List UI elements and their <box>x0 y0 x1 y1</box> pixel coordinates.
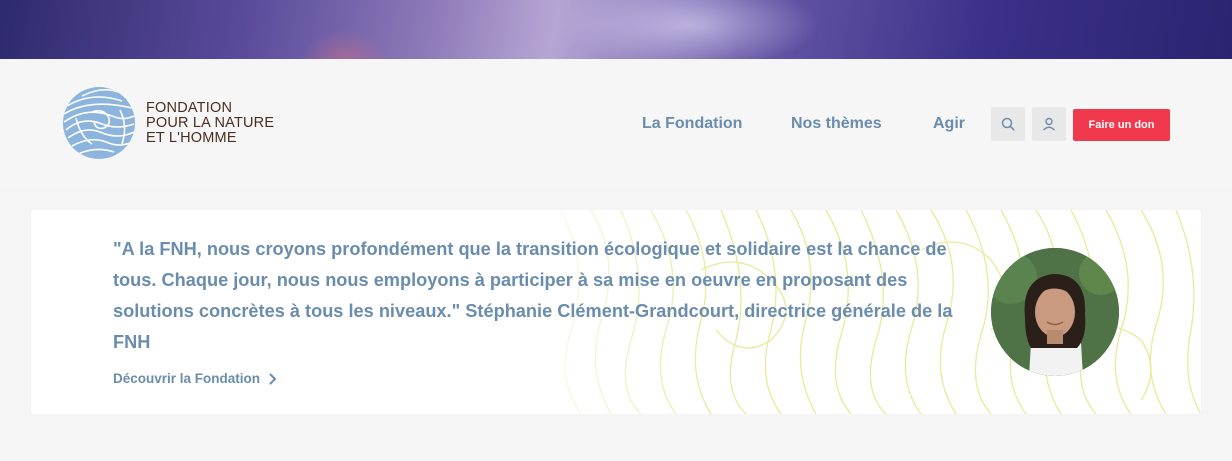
fingerprint-logo-icon <box>63 87 135 159</box>
user-icon <box>1043 117 1055 131</box>
logo-line-3: ET L'HOMME <box>146 129 237 146</box>
donate-button[interactable]: Faire un don <box>1073 109 1170 141</box>
search-button[interactable] <box>991 107 1025 141</box>
hero-image-strip <box>0 0 1232 59</box>
logo-line-2: POUR LA NATURE <box>146 114 275 131</box>
discover-foundation-link[interactable]: Découvrir la Fondation <box>113 371 277 386</box>
account-button[interactable] <box>1032 107 1066 141</box>
quote-card: "A la FNH, nous croyons profondément que… <box>31 210 1201 414</box>
director-quote: "A la FNH, nous croyons profondément que… <box>113 239 953 352</box>
discover-link-label: Découvrir la Fondation <box>113 371 261 386</box>
logo-wordmark: FONDATION POUR LA NATURE ET L'HOMME <box>146 99 275 146</box>
logo-line-1: FONDATION <box>146 99 233 116</box>
director-portrait <box>991 248 1119 376</box>
nav-item-agir[interactable]: Agir <box>933 115 965 133</box>
nav-item-nos-themes[interactable]: Nos thèmes <box>791 115 882 133</box>
chevron-right-icon <box>269 373 277 384</box>
search-icon <box>1001 117 1015 131</box>
portrait-illustration <box>991 248 1119 376</box>
site-logo[interactable]: FONDATION POUR LA NATURE ET L'HOMME <box>62 86 274 160</box>
site-header: FONDATION POUR LA NATURE ET L'HOMME La F… <box>0 59 1232 189</box>
nav-item-la-fondation[interactable]: La Fondation <box>642 115 742 133</box>
